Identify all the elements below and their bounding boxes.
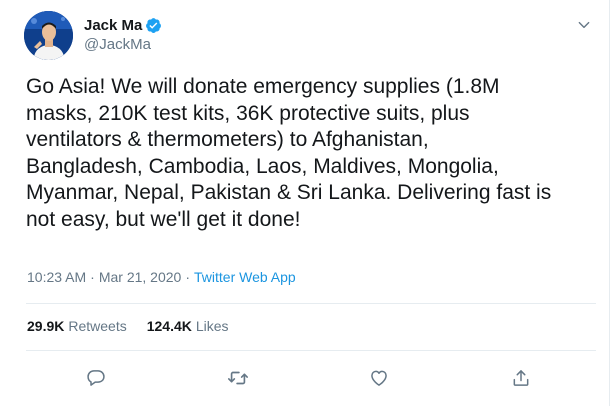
divider bbox=[26, 303, 596, 304]
tweet-time[interactable]: 10:23 AM bbox=[27, 269, 86, 285]
retweets-stat[interactable]: 29.9K Retweets bbox=[27, 318, 127, 334]
avatar-image bbox=[24, 11, 73, 60]
name-row: Jack Ma bbox=[84, 15, 162, 35]
retweets-label: Retweets bbox=[68, 318, 127, 334]
divider bbox=[26, 350, 596, 351]
likes-stat[interactable]: 124.4K Likes bbox=[147, 318, 229, 334]
author-display-name[interactable]: Jack Ma bbox=[84, 17, 142, 34]
heart-icon bbox=[371, 370, 387, 386]
tweet-stats: 29.9K Retweets 124.4K Likes bbox=[27, 318, 229, 334]
tweet-text: Go Asia! We will donate emergency suppli… bbox=[26, 75, 552, 231]
retweet-icon bbox=[228, 371, 248, 385]
chevron-down-icon bbox=[578, 21, 590, 29]
share-button[interactable] bbox=[509, 366, 533, 390]
share-icon bbox=[513, 370, 529, 386]
tweet-card: Jack Ma @JackMa Go Asia! We will donate … bbox=[0, 0, 610, 406]
tweet-meta: 10:23 AM · Mar 21, 2020 · Twitter Web Ap… bbox=[27, 269, 296, 285]
meta-separator: · bbox=[185, 269, 190, 285]
tweet-menu-button[interactable] bbox=[573, 14, 595, 36]
likes-label: Likes bbox=[195, 318, 229, 334]
tweet-source-link[interactable]: Twitter Web App bbox=[194, 269, 296, 285]
retweets-count: 29.9K bbox=[27, 318, 65, 334]
author-names: Jack Ma @JackMa bbox=[84, 15, 162, 53]
reply-button[interactable] bbox=[84, 366, 108, 390]
reply-icon bbox=[87, 370, 105, 386]
tweet-header: Jack Ma @JackMa bbox=[24, 11, 162, 60]
verified-badge-icon bbox=[145, 17, 162, 34]
avatar[interactable] bbox=[24, 11, 73, 60]
meta-separator: · bbox=[90, 269, 95, 285]
likes-count: 124.4K bbox=[146, 318, 192, 334]
tweet-date[interactable]: Mar 21, 2020 bbox=[99, 269, 182, 285]
like-button[interactable] bbox=[367, 366, 391, 390]
tweet-actions bbox=[0, 362, 610, 392]
retweet-button[interactable] bbox=[226, 366, 250, 390]
author-handle[interactable]: @JackMa bbox=[84, 36, 162, 53]
